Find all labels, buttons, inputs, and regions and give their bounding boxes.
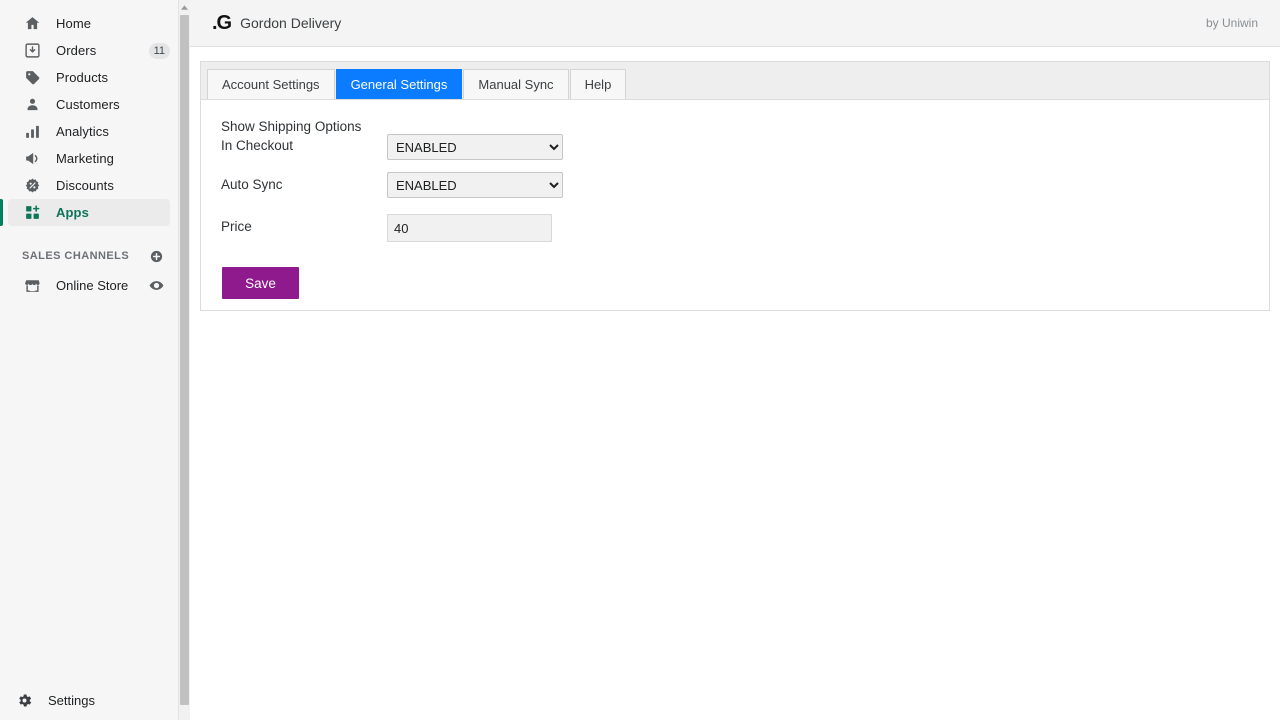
tab-help[interactable]: Help [569, 69, 627, 99]
analytics-icon [22, 122, 42, 142]
sidebar-item-label: Online Store [56, 278, 129, 293]
sidebar-item-settings[interactable]: Settings [0, 686, 178, 714]
sidebar-item-label: Settings [48, 692, 95, 708]
gordon-logo-icon: .G [212, 11, 232, 34]
marketing-icon [22, 149, 42, 169]
sidebar-item-label: Marketing [56, 151, 114, 166]
app-root: Home Orders 11 Products Customers Analyt… [0, 0, 1280, 720]
orders-count-badge: 11 [148, 42, 170, 59]
sales-channels-header: SALES CHANNELS [8, 242, 170, 270]
eye-icon[interactable] [149, 278, 164, 293]
sidebar-item-orders[interactable]: Orders 11 [8, 37, 170, 64]
vendor-credit: by Uniwin [1205, 16, 1258, 30]
sidebar: Home Orders 11 Products Customers Analyt… [0, 0, 178, 720]
sidebar-item-label: Orders [56, 43, 97, 58]
sidebar-item-label: Home [56, 16, 92, 31]
sidebar-item-discounts[interactable]: Discounts [8, 172, 170, 199]
label-line-2: In Checkout [221, 138, 294, 153]
label-line-1: Show Shipping Options [221, 119, 362, 134]
sales-channels-heading: SALES CHANNELS [22, 250, 130, 262]
tab-general-settings[interactable]: General Settings [335, 69, 463, 99]
orders-icon [22, 41, 42, 61]
sidebar-item-products[interactable]: Products [8, 64, 170, 91]
sidebar-item-marketing[interactable]: Marketing [8, 145, 170, 172]
sidebar-item-analytics[interactable]: Analytics [8, 118, 170, 145]
app-topbar: .G Gordon Delivery by Uniwin [190, 0, 1280, 47]
tab-manual-sync[interactable]: Manual Sync [463, 69, 569, 99]
sidebar-item-apps[interactable]: Apps [0, 199, 170, 226]
sidebar-item-home[interactable]: Home [8, 10, 170, 37]
customers-icon [22, 95, 42, 115]
auto-sync-label: Auto Sync [221, 177, 283, 192]
tab-account-settings[interactable]: Account Settings [207, 69, 335, 99]
auto-sync-select[interactable]: ENABLED DISABLED [387, 172, 563, 198]
main-content: .G Gordon Delivery by Uniwin Account Set… [190, 0, 1280, 720]
sidebar-item-label: Analytics [56, 124, 109, 139]
sidebar-scrollbar[interactable] [178, 0, 190, 720]
price-input[interactable] [387, 214, 552, 242]
show-shipping-options-label: Show Shipping Options In Checkout [221, 117, 387, 155]
scrollbar-thumb[interactable] [180, 15, 189, 705]
scroll-up-arrow-icon[interactable] [179, 0, 190, 14]
home-icon [22, 14, 42, 34]
sidebar-item-label: Apps [56, 205, 89, 220]
app-title: Gordon Delivery [240, 15, 342, 31]
sidebar-item-label: Products [56, 70, 109, 85]
discounts-icon [22, 176, 42, 196]
sidebar-item-customers[interactable]: Customers [8, 91, 170, 118]
sidebar-nav: Home Orders 11 Products Customers Analyt… [0, 0, 178, 226]
sidebar-item-online-store[interactable]: Online Store [8, 272, 170, 299]
save-button[interactable]: Save [222, 267, 299, 299]
sidebar-item-label: Discounts [56, 178, 114, 193]
gear-icon [14, 690, 34, 710]
app-brand: .G Gordon Delivery [212, 12, 341, 35]
show-shipping-options-select[interactable]: ENABLED DISABLED [387, 134, 563, 160]
field-row-price: Price [221, 214, 1269, 242]
plus-circle-icon[interactable] [149, 249, 164, 264]
apps-icon [22, 203, 42, 223]
field-row-auto-sync: Auto Sync ENABLED DISABLED [221, 172, 1269, 198]
price-label: Price [221, 219, 252, 234]
settings-card: Account Settings General Settings Manual… [200, 61, 1270, 311]
tab-bar: Account Settings General Settings Manual… [201, 62, 1269, 100]
field-row-show-shipping-options: Show Shipping Options In Checkout ENABLE… [221, 117, 1269, 160]
products-icon [22, 68, 42, 88]
general-settings-form: Show Shipping Options In Checkout ENABLE… [201, 100, 1269, 299]
storefront-icon [22, 276, 42, 296]
sidebar-item-label: Customers [56, 97, 120, 112]
